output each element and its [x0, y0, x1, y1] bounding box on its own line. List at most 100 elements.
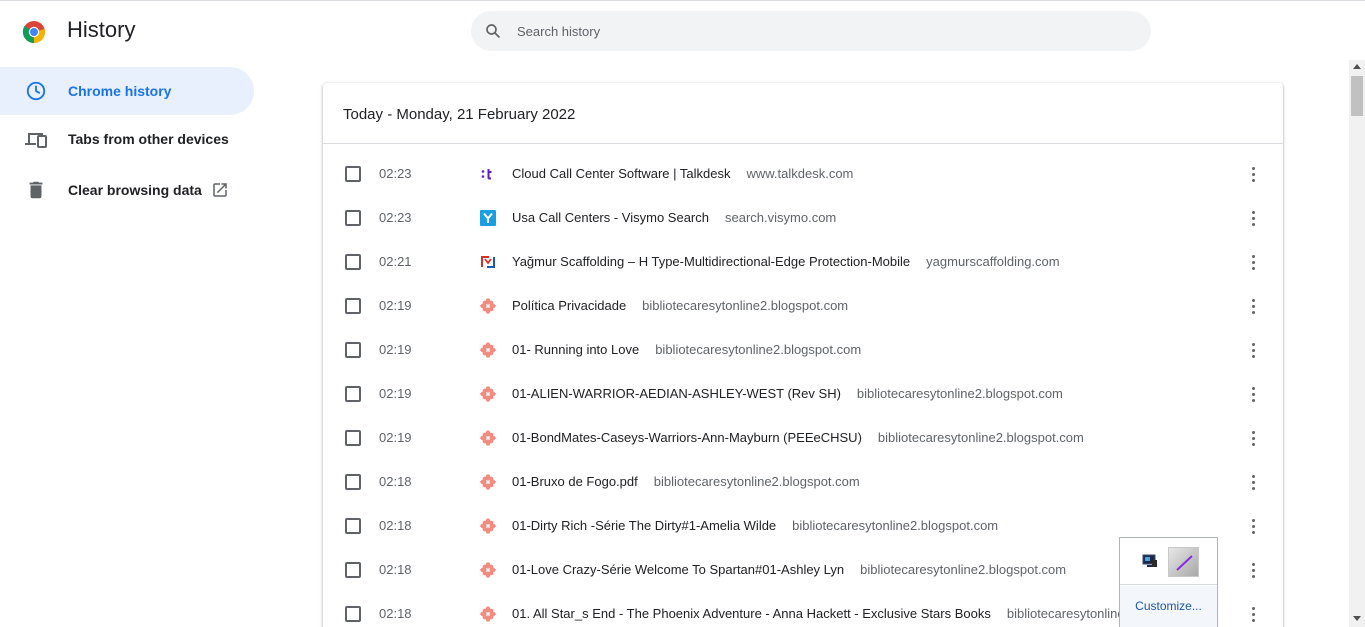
sidebar-item-clear-browsing-data[interactable]: Clear browsing data	[0, 166, 254, 214]
history-entry[interactable]: Política Privacidade bibliotecaresytonlin…	[512, 298, 848, 313]
more-actions-icon[interactable]	[1243, 604, 1263, 624]
row-checkbox[interactable]	[345, 518, 361, 534]
entry-domain: yagmurscaffolding.com	[926, 254, 1060, 269]
entry-title-link[interactable]: 01-ALIEN-WARRIOR-AEDIAN-ASHLEY-WEST (Rev…	[512, 386, 841, 401]
customize-link[interactable]: Customize...	[1120, 586, 1217, 627]
entry-domain: bibliotecaresytonline2.blogspot.com	[860, 562, 1067, 577]
visit-time: 02:19	[379, 298, 412, 313]
entry-title-link[interactable]: 01. All Star_s End - The Phoenix Adventu…	[512, 606, 991, 621]
history-entry[interactable]: 01-ALIEN-WARRIOR-AEDIAN-ASHLEY-WEST (Rev…	[512, 386, 1063, 401]
visit-time: 02:18	[379, 606, 412, 621]
entry-title-link[interactable]: 01-Dirty Rich -Série The Dirty#1-Amelia …	[512, 518, 776, 533]
entry-title-link[interactable]: 01- Running into Love	[512, 342, 639, 357]
entry-title-link[interactable]: 01-Love Crazy-Série Welcome To Spartan#0…	[512, 562, 844, 577]
history-entry[interactable]: 01-Dirty Rich -Série The Dirty#1-Amelia …	[512, 518, 998, 533]
sidebar-item-label: Tabs from other devices	[68, 131, 229, 147]
history-row[interactable]: 02:19 01-ALIEN-WARRIOR-AEDIAN-ASHLEY-WES…	[323, 372, 1283, 416]
history-row[interactable]: 02:23 Cloud Call Center Software | Talkd…	[323, 152, 1283, 196]
search-input[interactable]	[517, 22, 1117, 40]
row-checkbox[interactable]	[345, 606, 361, 622]
more-actions-icon[interactable]	[1243, 252, 1263, 272]
more-actions-icon[interactable]	[1243, 384, 1263, 404]
history-row[interactable]: 02:19 01-BondMates-Caseys-Warriors-Ann-M…	[323, 416, 1283, 460]
history-entry[interactable]: Yağmur Scaffolding – H Type-Multidirecti…	[512, 254, 1060, 269]
entry-title-link[interactable]: 01-Bruxo de Fogo.pdf	[512, 474, 638, 489]
yagmur-favicon-icon	[481, 256, 495, 268]
visit-time: 02:18	[379, 474, 412, 489]
row-checkbox[interactable]	[345, 474, 361, 490]
flower-favicon-icon	[480, 606, 496, 622]
external-link-icon	[213, 183, 227, 197]
history-entry[interactable]: 01. All Star_s End - The Phoenix Adventu…	[512, 606, 1132, 621]
history-entry[interactable]: 01-Bruxo de Fogo.pdf bibliotecaresytonlin…	[512, 474, 860, 489]
row-checkbox[interactable]	[345, 342, 361, 358]
scroll-up-arrow-icon[interactable]	[1353, 64, 1361, 69]
scroll-thumb[interactable]	[1351, 76, 1363, 116]
scroll-down-arrow-icon[interactable]	[1353, 616, 1361, 621]
entry-title-link[interactable]: Cloud Call Center Software | Talkdesk	[512, 166, 730, 181]
history-row[interactable]: 02:18 01-Bruxo de Fogo.pdf bibliotecaresy…	[323, 460, 1283, 504]
flower-favicon-icon	[480, 474, 496, 490]
visit-time: 02:18	[379, 518, 412, 533]
entry-title-link[interactable]: Política Privacidade	[512, 298, 626, 313]
entry-title-link[interactable]: Usa Call Centers - Visymo Search	[512, 210, 709, 225]
date-header: Today - Monday, 21 February 2022	[343, 106, 576, 123]
entry-domain: search.visymo.com	[725, 210, 837, 225]
entry-title-link[interactable]: 01-BondMates-Caseys-Warriors-Ann-Mayburn…	[512, 430, 862, 445]
page-title: History	[67, 17, 136, 42]
row-checkbox[interactable]	[345, 430, 361, 446]
entry-domain: bibliotecaresytonline2	[1006, 606, 1132, 621]
window-top-border	[0, 0, 1365, 3]
flower-favicon-icon	[480, 430, 496, 446]
tray-icons	[1120, 538, 1217, 585]
entry-domain: bibliotecaresytonline2.blogspot.com	[792, 518, 999, 533]
history-row[interactable]: 02:23 Usa Call Centers - Visymo Search se…	[323, 196, 1283, 240]
search-icon[interactable]	[484, 22, 502, 40]
history-row[interactable]: 02:19 Política Privacidade bibliotecaresy…	[323, 284, 1283, 328]
more-actions-icon[interactable]	[1243, 428, 1263, 448]
more-actions-icon[interactable]	[1243, 208, 1263, 228]
flower-favicon-icon	[480, 298, 496, 314]
row-checkbox[interactable]	[345, 562, 361, 578]
card-divider	[323, 143, 1283, 144]
visit-time: 02:21	[379, 254, 412, 269]
entry-title-link[interactable]: Yağmur Scaffolding – H Type-Multidirecti…	[512, 254, 910, 269]
flower-favicon-icon	[480, 562, 496, 578]
page-scrollbar[interactable]	[1349, 60, 1365, 627]
more-actions-icon[interactable]	[1243, 560, 1263, 580]
visit-time: 02:19	[379, 386, 412, 401]
trash-icon	[24, 178, 48, 202]
history-row[interactable]: 02:21 Yağmur Scaffolding – H Type-Multid…	[323, 240, 1283, 284]
history-entry[interactable]: Cloud Call Center Software | Talkdesk www…	[512, 166, 853, 181]
sidebar-item-chrome-history[interactable]: Chrome history	[0, 67, 254, 115]
history-entry[interactable]: 01-BondMates-Caseys-Warriors-Ann-Mayburn…	[512, 430, 1084, 445]
pen-tool-icon[interactable]	[1168, 547, 1199, 577]
visit-time: 02:19	[379, 342, 412, 357]
network-monitor-icon[interactable]	[1142, 554, 1158, 568]
visymo-favicon-icon	[480, 210, 496, 226]
flower-favicon-icon	[480, 342, 496, 358]
history-row[interactable]: 02:19 01- Running into Love bibliotecares…	[323, 328, 1283, 372]
history-entry[interactable]: 01-Love Crazy-Série Welcome To Spartan#0…	[512, 562, 1066, 577]
row-checkbox[interactable]	[345, 166, 361, 182]
sidebar-item-label: Clear browsing data	[68, 182, 202, 198]
row-checkbox[interactable]	[345, 254, 361, 270]
history-entry[interactable]: Usa Call Centers - Visymo Search search.v…	[512, 210, 836, 225]
more-actions-icon[interactable]	[1243, 516, 1263, 536]
more-actions-icon[interactable]	[1243, 472, 1263, 492]
more-actions-icon[interactable]	[1243, 164, 1263, 184]
more-actions-icon[interactable]	[1243, 340, 1263, 360]
more-actions-icon[interactable]	[1243, 296, 1263, 316]
visit-time: 02:23	[379, 166, 412, 181]
flower-favicon-icon	[480, 386, 496, 402]
row-checkbox[interactable]	[345, 298, 361, 314]
flower-favicon-icon	[480, 518, 496, 534]
entry-domain: bibliotecaresytonline2.blogspot.com	[856, 386, 1063, 401]
sidebar-item-label: Chrome history	[68, 83, 172, 99]
sidebar-item-tabs-from-other-devices[interactable]: Tabs from other devices	[0, 115, 254, 163]
history-entry[interactable]: 01- Running into Love bibliotecaresytonli…	[512, 342, 861, 357]
entry-domain: www.talkdesk.com	[746, 166, 854, 181]
row-checkbox[interactable]	[345, 386, 361, 402]
row-checkbox[interactable]	[345, 210, 361, 226]
tray-overflow-popup: Customize...	[1119, 537, 1218, 627]
